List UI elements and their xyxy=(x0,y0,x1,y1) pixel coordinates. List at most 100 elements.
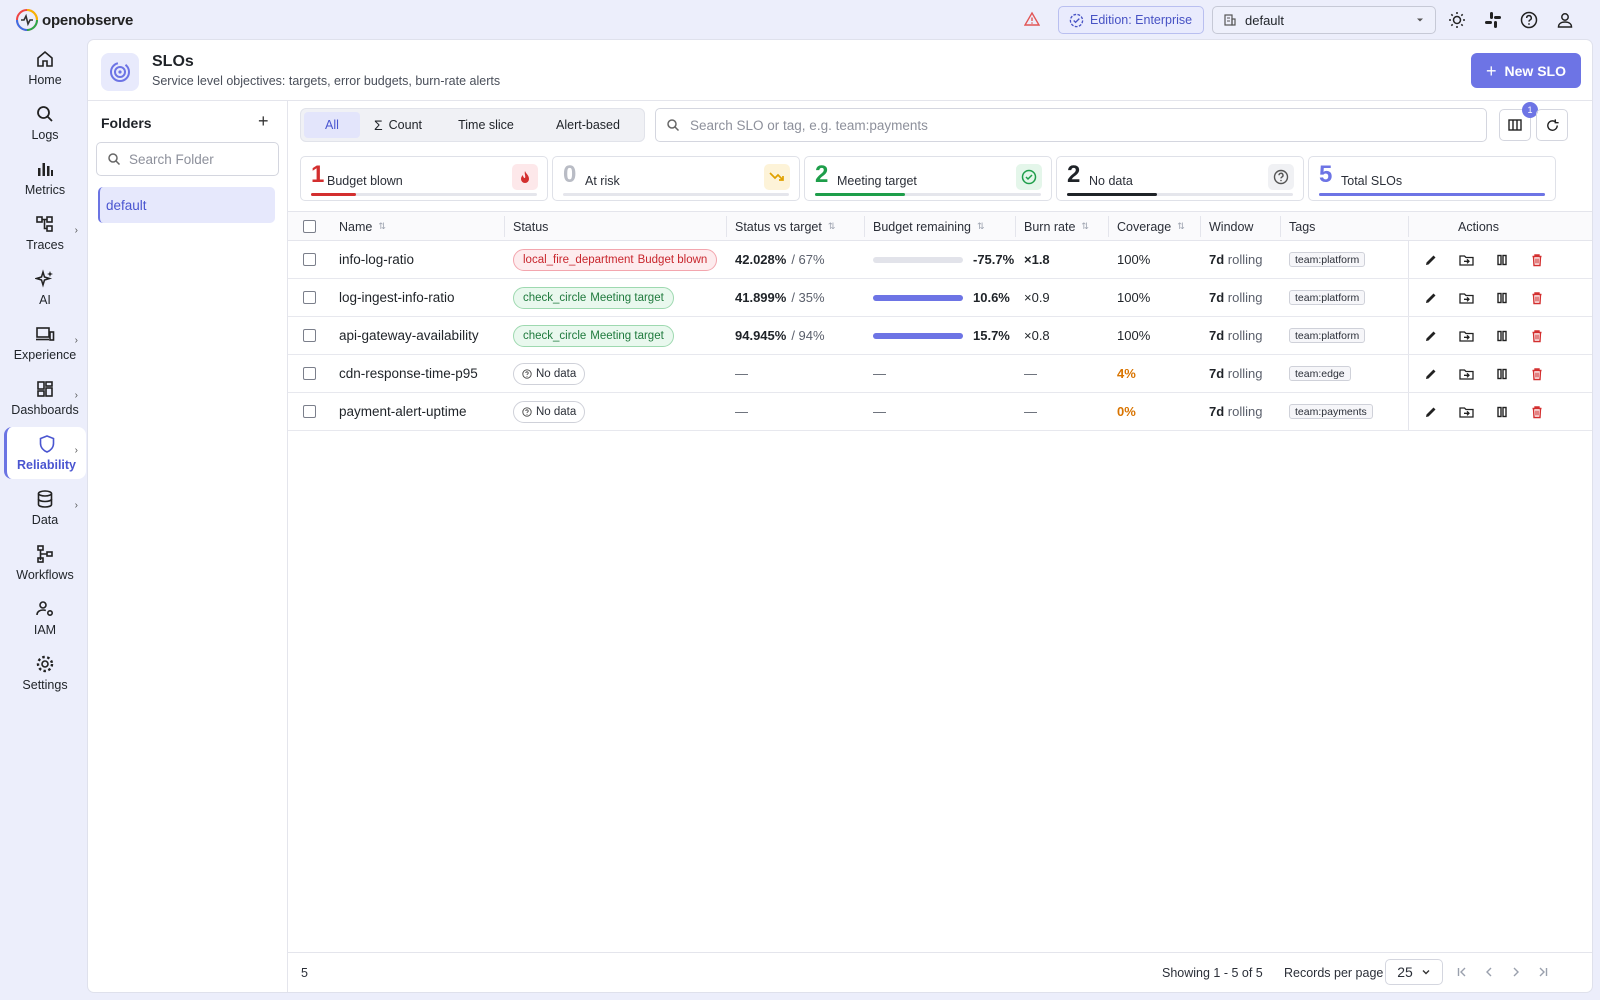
tag-chip[interactable]: team:platform xyxy=(1289,328,1366,343)
first-page-icon[interactable] xyxy=(1453,963,1471,981)
pause-icon[interactable] xyxy=(1494,404,1510,420)
chevron-right-icon: › xyxy=(74,445,78,456)
summary-card-meeting-target[interactable]: 2 Meeting target xyxy=(804,156,1052,201)
next-page-icon[interactable] xyxy=(1507,963,1525,981)
last-page-icon[interactable] xyxy=(1534,963,1552,981)
org-selector[interactable]: default xyxy=(1212,6,1436,34)
slo-name[interactable]: payment-alert-uptime xyxy=(339,404,467,419)
pause-icon[interactable] xyxy=(1494,366,1510,382)
tag-chip[interactable]: team:edge xyxy=(1289,366,1351,381)
pause-icon[interactable] xyxy=(1494,290,1510,306)
search-icon xyxy=(37,106,53,122)
row-checkbox[interactable] xyxy=(303,355,316,392)
theme-toggle-icon[interactable] xyxy=(1447,10,1467,30)
table-row[interactable]: payment-alert-uptime No data — — — 0% 7d… xyxy=(288,393,1592,431)
nav-item-logs[interactable]: Logs xyxy=(4,97,86,149)
edit-icon[interactable] xyxy=(1423,328,1439,344)
nav-item-traces[interactable]: Traces › xyxy=(4,207,86,259)
nav-item-ai[interactable]: AI xyxy=(4,262,86,314)
tag-chip[interactable]: team:platform xyxy=(1289,252,1366,267)
row-checkbox[interactable] xyxy=(303,393,316,430)
slo-name[interactable]: info-log-ratio xyxy=(339,252,414,267)
column-budget-remaining[interactable]: Budget remaining ⇅ xyxy=(873,212,985,241)
table-row[interactable]: api-gateway-availability check_circle Mee… xyxy=(288,317,1592,355)
move-folder-icon[interactable] xyxy=(1458,252,1474,268)
user-icon[interactable] xyxy=(1555,10,1575,30)
table-row[interactable]: log-ingest-info-ratio check_circle Meetin… xyxy=(288,279,1592,317)
column-coverage[interactable]: Coverage ⇅ xyxy=(1117,212,1185,241)
nav-item-experience[interactable]: Experience › xyxy=(4,317,86,369)
slo-name[interactable]: cdn-response-time-p95 xyxy=(339,366,478,381)
nav-item-metrics[interactable]: Metrics xyxy=(4,152,86,204)
move-folder-icon[interactable] xyxy=(1458,366,1474,382)
nav-item-dashboards[interactable]: Dashboards › xyxy=(4,372,86,424)
folder-search[interactable] xyxy=(96,142,279,176)
edit-icon[interactable] xyxy=(1423,290,1439,306)
help-icon[interactable] xyxy=(1519,10,1539,30)
tag-chip[interactable]: team:payments xyxy=(1289,404,1373,419)
refresh-button[interactable] xyxy=(1536,109,1568,141)
move-folder-icon[interactable] xyxy=(1458,404,1474,420)
nav-item-workflows[interactable]: Workflows xyxy=(4,537,86,589)
select-all-checkbox[interactable] xyxy=(303,212,316,241)
nav-item-data[interactable]: Data › xyxy=(4,482,86,534)
row-checkbox[interactable] xyxy=(303,241,316,278)
tab-count[interactable]: Σ Count xyxy=(360,112,436,138)
delete-icon[interactable] xyxy=(1529,404,1545,420)
tab-alert-based[interactable]: Alert-based xyxy=(536,112,640,138)
tab-all[interactable]: All xyxy=(304,112,360,138)
summary-card-total[interactable]: 5 Total SLOs xyxy=(1308,156,1556,201)
delete-icon[interactable] xyxy=(1529,366,1545,382)
edit-icon[interactable] xyxy=(1423,252,1439,268)
chevron-down-icon xyxy=(1422,970,1430,975)
slo-name[interactable]: log-ingest-info-ratio xyxy=(339,290,455,305)
delete-icon[interactable] xyxy=(1529,290,1545,306)
summary-card-budget-blown[interactable]: 1 Budget blown xyxy=(300,156,548,201)
previous-page-icon[interactable] xyxy=(1480,963,1498,981)
edit-icon[interactable] xyxy=(1423,404,1439,420)
sparkle-icon xyxy=(35,269,53,288)
budget-bar-fill xyxy=(873,294,963,301)
slo-search-input[interactable] xyxy=(690,117,1470,133)
columns-icon xyxy=(1508,119,1522,131)
summary-label: No data xyxy=(1089,174,1133,188)
tag-chip[interactable]: team:platform xyxy=(1289,290,1366,305)
new-slo-button[interactable]: + New SLO xyxy=(1471,53,1581,88)
nav-item-settings[interactable]: Settings xyxy=(4,647,86,699)
tab-time-slice[interactable]: Time slice xyxy=(436,112,536,138)
summary-card-at-risk[interactable]: 0 At risk xyxy=(552,156,800,201)
budget-remaining: 10.6% xyxy=(973,290,1010,305)
slo-search[interactable] xyxy=(655,108,1487,142)
records-per-page-select[interactable]: 25 xyxy=(1385,959,1443,985)
summary-card-no-data[interactable]: 2 No data xyxy=(1056,156,1304,201)
search-icon xyxy=(108,153,121,166)
delete-icon[interactable] xyxy=(1529,252,1545,268)
slo-name[interactable]: api-gateway-availability xyxy=(339,328,479,343)
move-folder-icon[interactable] xyxy=(1458,328,1474,344)
slack-icon[interactable] xyxy=(1483,10,1503,30)
folder-item-default[interactable]: default xyxy=(98,187,275,223)
table-row[interactable]: cdn-response-time-p95 No data — — — 4% 7… xyxy=(288,355,1592,393)
column-name[interactable]: Name ⇅ xyxy=(339,212,386,241)
burn-rate: — xyxy=(1024,404,1037,419)
summary-fill xyxy=(815,193,906,196)
pause-icon[interactable] xyxy=(1494,328,1510,344)
folder-search-input[interactable] xyxy=(129,151,269,167)
pause-icon[interactable] xyxy=(1494,252,1510,268)
nav-item-iam[interactable]: IAM xyxy=(4,592,86,644)
delete-icon[interactable] xyxy=(1529,328,1545,344)
columns-button[interactable]: 1 xyxy=(1499,102,1538,141)
edition-badge[interactable]: Edition: Enterprise xyxy=(1058,6,1204,34)
row-checkbox[interactable] xyxy=(303,279,316,316)
column-burn-rate[interactable]: Burn rate ⇅ xyxy=(1024,212,1089,241)
brand-logo[interactable]: openobserve xyxy=(16,9,133,31)
nav-item-home[interactable]: Home xyxy=(4,42,86,94)
edit-icon[interactable] xyxy=(1423,366,1439,382)
move-folder-icon[interactable] xyxy=(1458,290,1474,306)
column-status-vs-target[interactable]: Status vs target ⇅ xyxy=(735,212,835,241)
table-row[interactable]: info-log-ratio local_fire_department Budg… xyxy=(288,241,1592,279)
row-checkbox[interactable] xyxy=(303,317,316,354)
add-folder-icon[interactable]: + xyxy=(258,111,269,132)
warning-icon[interactable] xyxy=(1024,11,1040,27)
nav-item-reliability[interactable]: Reliability › xyxy=(4,427,86,479)
